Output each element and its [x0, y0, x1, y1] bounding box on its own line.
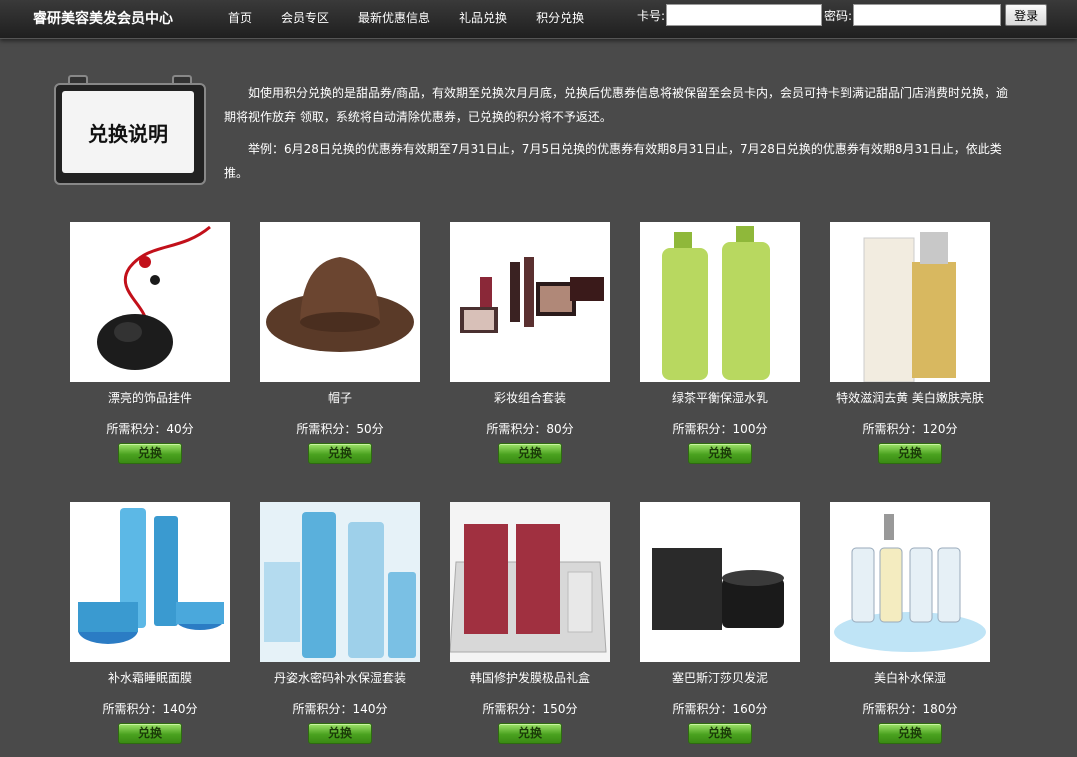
login-button[interactable]: 登录: [1005, 4, 1048, 26]
product-name: 韩国修护发膜极品礼盒: [469, 671, 590, 685]
product-card: 帽子 所需积分：50分 兑换: [260, 222, 420, 464]
product-points: 所需积分：150分: [482, 702, 578, 716]
hair-mask-box-icon[interactable]: [450, 502, 610, 662]
product-points: 所需积分：40分: [106, 422, 194, 436]
password-input[interactable]: [853, 4, 1002, 26]
exchange-button[interactable]: 兑换: [118, 443, 182, 464]
product-points: 所需积分：140分: [102, 702, 198, 716]
makeup-set-icon[interactable]: [450, 222, 610, 382]
product-card: 韩国修护发膜极品礼盒 所需积分：150分 兑换: [450, 502, 610, 744]
password-label: 密码:: [824, 8, 853, 23]
exchange-info-board: 兑换说明: [54, 75, 206, 185]
product-points: 所需积分：120分: [862, 422, 958, 436]
product-points: 所需积分：180分: [862, 702, 958, 716]
product-points: 所需积分：80分: [486, 422, 574, 436]
exchange-button[interactable]: 兑换: [878, 723, 942, 744]
site-brand[interactable]: 睿研美容美发会员中心: [33, 8, 173, 28]
product-name: 帽子: [327, 391, 352, 405]
exchange-explanation: 如使用积分兑换的是甜品券/商品，有效期至兑换次月月底，兑换后优惠券信息将被保留至…: [224, 81, 1019, 185]
blue-cream-set-icon[interactable]: [70, 502, 230, 662]
exchange-button[interactable]: 兑换: [308, 723, 372, 744]
nav-member-zone[interactable]: 会员专区: [281, 9, 329, 26]
product-card: 漂亮的饰品挂件 所需积分：40分 兑换: [70, 222, 230, 464]
product-card: 塞巴斯汀莎贝发泥 所需积分：160分 兑换: [640, 502, 800, 744]
product-name: 补水霜睡眠面膜: [107, 671, 192, 685]
product-name: 丹姿水密码补水保湿套装: [273, 671, 406, 685]
product-name: 漂亮的饰品挂件: [107, 391, 192, 405]
product-card: 丹姿水密码补水保湿套装 所需积分：140分 兑换: [260, 502, 420, 744]
main-nav: 首页 会员专区 最新优惠信息 礼品兑换 积分兑换: [228, 9, 613, 26]
serum-box-icon[interactable]: [830, 222, 990, 382]
product-name: 绿茶平衡保湿水乳: [671, 391, 768, 405]
cowboy-hat-icon[interactable]: [260, 222, 420, 382]
product-card: 特效滋润去黄 美白嫩肤亮肤 所需积分：120分 兑换: [830, 222, 990, 464]
exchange-button[interactable]: 兑换: [878, 443, 942, 464]
product-card: 彩妆组合套装 所需积分：80分 兑换: [450, 222, 610, 464]
nav-home[interactable]: 首页: [228, 9, 252, 26]
card-number-label: 卡号:: [637, 8, 666, 23]
product-points: 所需积分：160分: [672, 702, 768, 716]
exchange-button[interactable]: 兑换: [498, 723, 562, 744]
product-name: 特效滋润去黄 美白嫩肤亮肤: [836, 391, 984, 405]
explanation-paragraph: 如使用积分兑换的是甜品券/商品，有效期至兑换次月月底，兑换后优惠券信息将被保留至…: [224, 86, 1009, 124]
nav-latest-offers[interactable]: 最新优惠信息: [358, 9, 430, 26]
blue-toner-set-icon[interactable]: [260, 502, 420, 662]
product-points: 所需积分：50分: [296, 422, 384, 436]
product-name: 塞巴斯汀莎贝发泥: [671, 671, 768, 685]
product-points: 所需积分：140分: [292, 702, 388, 716]
jade-pendant-icon[interactable]: [70, 222, 230, 382]
nav-gift-exchange[interactable]: 礼品兑换: [459, 9, 507, 26]
hair-clay-icon[interactable]: [640, 502, 800, 662]
product-card: 补水霜睡眠面膜 所需积分：140分 兑换: [70, 502, 230, 744]
product-name: 美白补水保湿: [873, 671, 946, 685]
exchange-button[interactable]: 兑换: [688, 443, 752, 464]
exchange-button[interactable]: 兑换: [498, 443, 562, 464]
explanation-example: 举例：6月28日兑换的优惠券有效期至7月31日止，7月5日兑换的优惠券有效期8月…: [224, 142, 1002, 180]
product-card: 美白补水保湿 所需积分：180分 兑换: [830, 502, 990, 744]
board-title: 兑换说明: [62, 91, 194, 173]
exchange-button[interactable]: 兑换: [308, 443, 372, 464]
nav-points-exchange[interactable]: 积分兑换: [536, 9, 584, 26]
product-card: 绿茶平衡保湿水乳 所需积分：100分 兑换: [640, 222, 800, 464]
product-points: 所需积分：100分: [672, 422, 768, 436]
exchange-button[interactable]: 兑换: [688, 723, 752, 744]
login-form: 卡号: 密码: 登录: [637, 4, 1048, 26]
exchange-button[interactable]: 兑换: [118, 723, 182, 744]
green-bottles-icon[interactable]: [640, 222, 800, 382]
top-bar: 睿研美容美发会员中心 首页 会员专区 最新优惠信息 礼品兑换 积分兑换 卡号: …: [0, 0, 1077, 39]
ampoule-splash-icon[interactable]: [830, 502, 990, 662]
card-number-input[interactable]: [666, 4, 823, 26]
product-name: 彩妆组合套装: [493, 391, 566, 405]
